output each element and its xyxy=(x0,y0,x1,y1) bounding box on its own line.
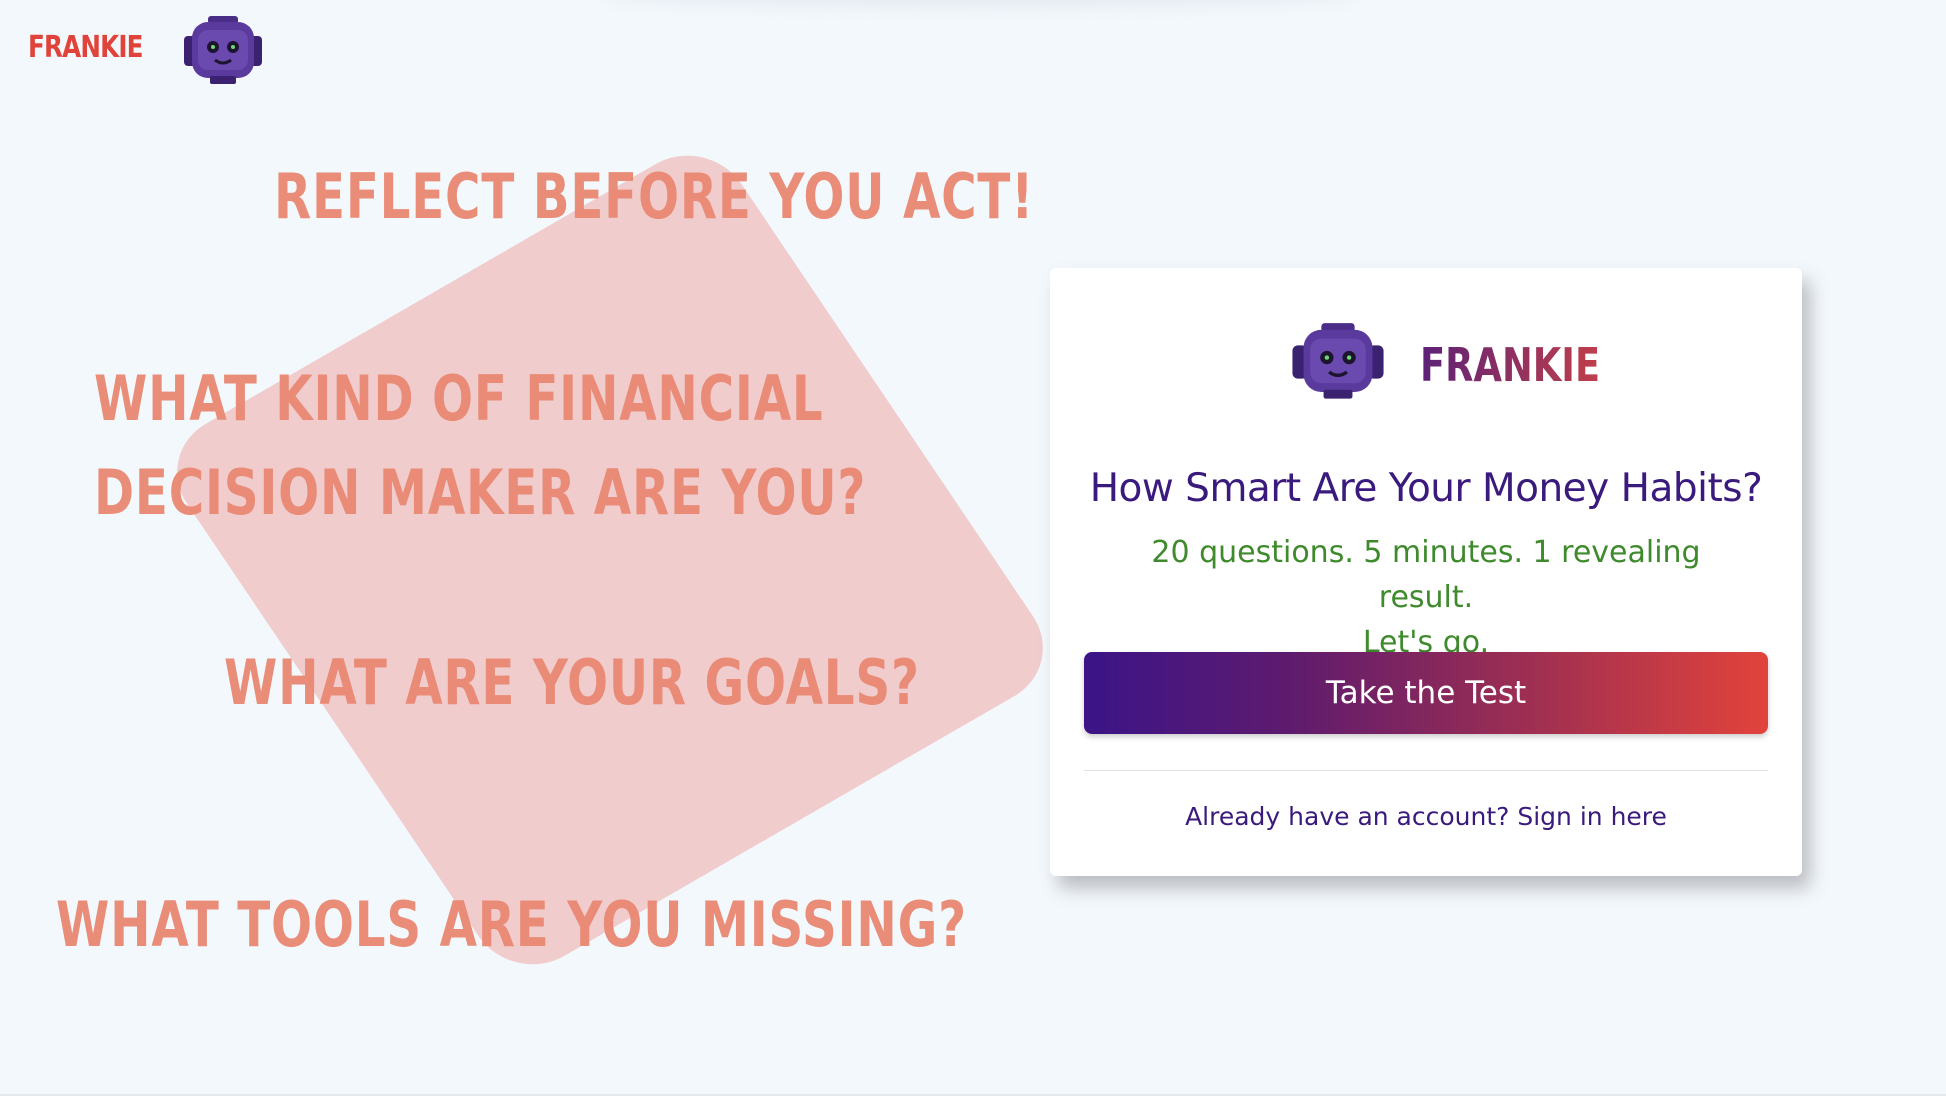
headline-reflect: REFLECT BEFORE YOU ACT! xyxy=(274,160,1035,233)
pink-background-shape xyxy=(153,134,1067,986)
headline-goals: WHAT ARE YOUR GOALS? xyxy=(224,646,920,719)
headline-decision-line1: WHAT KIND OF FINANCIAL xyxy=(94,362,824,435)
top-glow-decoration xyxy=(600,0,1360,6)
take-test-button[interactable]: Take the Test xyxy=(1084,652,1768,734)
headline-decision-line2: DECISION MAKER ARE YOU? xyxy=(94,456,867,529)
headline-decision-maker: WHAT KIND OF FINANCIAL DECISION MAKER AR… xyxy=(94,352,866,540)
robot-icon[interactable] xyxy=(178,14,268,88)
card-subtitle: 20 questions. 5 minutes. 1 revealing res… xyxy=(1110,530,1742,665)
headline-tools: WHAT TOOLS ARE YOU MISSING? xyxy=(56,888,967,961)
brand-logo-text[interactable]: FRANKIE xyxy=(28,30,143,65)
card-title: How Smart Are Your Money Habits? xyxy=(1089,466,1763,511)
card-subtitle-line1: 20 questions. 5 minutes. 1 revealing res… xyxy=(1151,535,1701,615)
quiz-card: FRANKIE How Smart Are Your Money Habits?… xyxy=(1050,268,1802,876)
divider xyxy=(1084,770,1768,771)
robot-icon xyxy=(1292,323,1384,399)
sign-in-link[interactable]: Already have an account? Sign in here xyxy=(1050,802,1802,831)
card-brand-text: FRANKIE xyxy=(1420,338,1601,392)
